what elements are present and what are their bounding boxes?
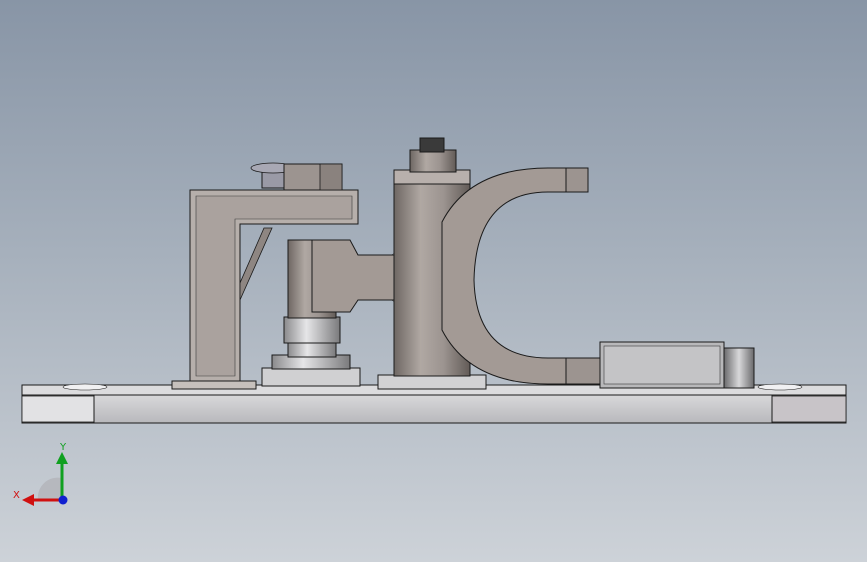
cad-model[interactable] (0, 0, 867, 562)
proximity-sensor[interactable] (599, 341, 755, 389)
y-axis-arrow-icon (56, 452, 68, 464)
x-axis-label: X (13, 490, 20, 501)
x-axis-arrow-icon (22, 494, 34, 506)
base-plate[interactable] (21, 383, 847, 424)
y-axis-label: Y (59, 442, 67, 453)
z-axis-dot-icon (58, 495, 68, 505)
orientation-triad: Y X (13, 442, 68, 506)
c-clamp[interactable] (441, 167, 603, 385)
graphics-viewport[interactable]: Y X (0, 0, 867, 562)
